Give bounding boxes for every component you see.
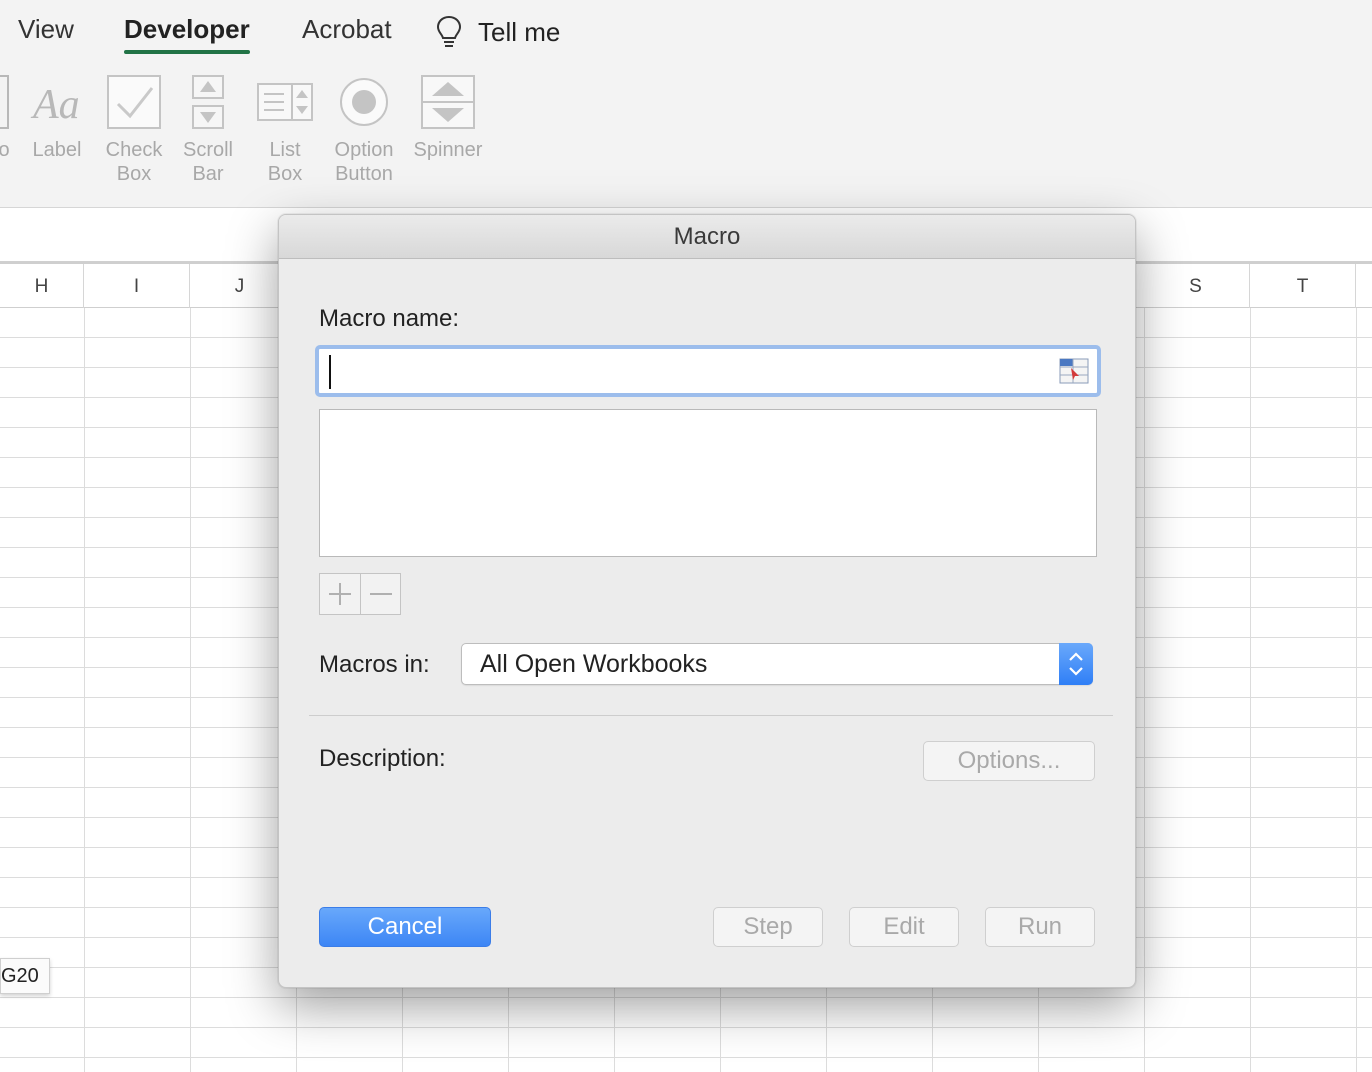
ribbon: View Developer Acrobat Tell me o Aa Labe… [0, 0, 1372, 208]
macros-in-label: Macros in: [319, 651, 430, 678]
select-stepper[interactable] [1059, 643, 1093, 685]
divider [309, 715, 1113, 716]
control-label: Spinner [413, 139, 483, 161]
lightbulb-icon [436, 15, 462, 47]
label-aa-icon: Aa [30, 82, 80, 128]
macros-in-select[interactable]: All Open Workbooks [461, 643, 1093, 685]
ribbon-control-listbox[interactable]: List Box [254, 74, 316, 186]
ribbon-control-checkbox[interactable]: Check Box [100, 74, 168, 186]
column-header-h[interactable]: H [0, 264, 84, 310]
grid-line [1356, 308, 1357, 1072]
add-macro-button[interactable] [320, 574, 360, 614]
partial-control-icon [0, 75, 9, 129]
radio-button-icon [340, 78, 388, 126]
macro-name-input[interactable] [325, 355, 1045, 389]
control-label: Scroll Bar [182, 139, 233, 185]
dialog-title: Macro [279, 215, 1135, 259]
step-button[interactable]: Step [713, 907, 823, 947]
grid-line [190, 308, 191, 1072]
tab-acrobat[interactable]: Acrobat [302, 12, 392, 52]
options-button[interactable]: Options... [923, 741, 1095, 781]
spinner-icon [421, 75, 475, 129]
svg-text:Aa: Aa [30, 82, 80, 128]
cell-reference-tooltip: G20 [0, 958, 50, 994]
tell-me-search[interactable]: Tell me [434, 12, 560, 52]
run-button[interactable]: Run [985, 907, 1095, 947]
ribbon-control-spinner[interactable]: Spinner [410, 74, 486, 162]
macros-in-value: All Open Workbooks [480, 650, 708, 678]
description-label: Description: [319, 745, 446, 772]
grid-line [1250, 308, 1251, 1072]
ribbon-control-label[interactable]: Aa Label [24, 74, 90, 162]
tell-me-label: Tell me [478, 16, 561, 47]
macro-name-label: Macro name: [319, 305, 460, 332]
checkbox-icon [107, 75, 161, 129]
cancel-button[interactable]: Cancel [319, 907, 491, 947]
control-label: Check Box [105, 139, 163, 185]
control-label: List Box [267, 139, 303, 185]
listbox-icon [257, 83, 313, 121]
edit-button[interactable]: Edit [849, 907, 959, 947]
plus-icon [329, 583, 351, 605]
column-header-t[interactable]: T [1250, 264, 1356, 310]
macro-name-field[interactable] [315, 345, 1101, 397]
ribbon-control-option-button[interactable]: Option Button [328, 74, 400, 186]
add-remove-buttons [319, 573, 401, 615]
remove-macro-button[interactable] [360, 574, 400, 614]
scrollbar-icon [192, 75, 224, 129]
ribbon-tabs: View Developer Acrobat Tell me [0, 0, 1372, 60]
tab-developer[interactable]: Developer [124, 12, 250, 54]
tab-view[interactable]: View [18, 12, 74, 52]
chevron-up-down-icon [1069, 652, 1083, 676]
column-header-i[interactable]: I [84, 264, 190, 310]
macro-dialog: Macro Macro name: Macros in: All Open Wo… [278, 214, 1136, 988]
range-select-icon[interactable] [1059, 358, 1089, 384]
column-header-j[interactable]: J [190, 264, 290, 310]
control-label: Option Button [334, 139, 394, 185]
column-header-s[interactable]: S [1142, 264, 1250, 310]
text-caret [329, 355, 331, 389]
control-label: Label [32, 139, 82, 161]
macro-list[interactable] [319, 409, 1097, 557]
grid-line [84, 308, 85, 1072]
grid-line [1144, 308, 1145, 1072]
ribbon-control-partial[interactable]: o [0, 74, 16, 162]
ribbon-control-scrollbar[interactable]: Scroll Bar [176, 74, 240, 186]
control-label: o [0, 139, 10, 161]
minus-icon [369, 593, 392, 595]
